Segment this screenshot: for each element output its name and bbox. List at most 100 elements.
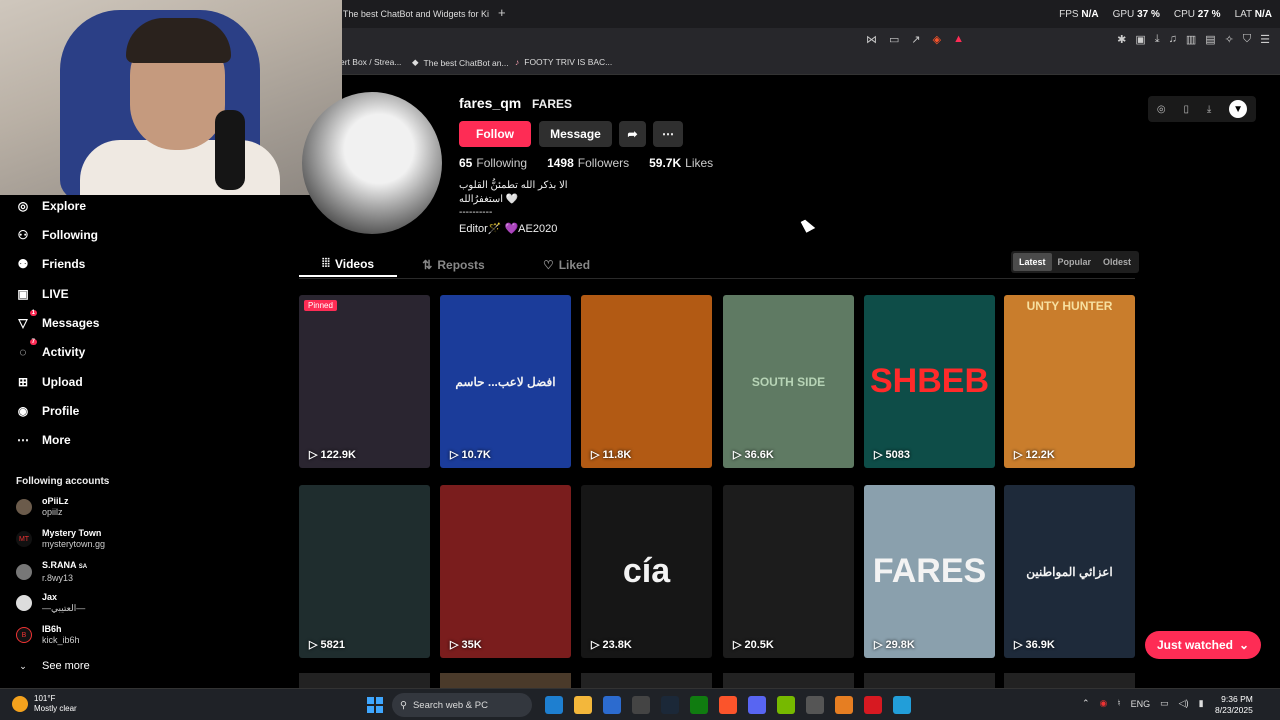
video-thumb-partial[interactable] [864,673,995,688]
download-icon[interactable]: ⤓ [1155,33,1160,46]
store-icon[interactable] [603,696,621,714]
monitor-icon[interactable]: ▭ [1160,698,1169,709]
message-button[interactable]: Message [539,121,612,147]
tab-liked[interactable]: ♡ Liked [510,252,623,277]
bookmark-item[interactable]: ◆ The best ChatBot an... [412,57,509,68]
video-thumbnail[interactable]: ▷ 5821 [299,485,430,658]
tray-app-icon[interactable]: ◉ [1100,698,1108,709]
app-icon[interactable] [632,696,650,714]
video-thumb-partial[interactable] [299,673,430,688]
file-explorer-icon[interactable] [574,696,592,714]
chevron-up-icon[interactable]: ⌃ [1082,698,1090,709]
app-icon[interactable] [835,696,853,714]
nvidia-icon[interactable] [777,696,795,714]
video-thumbnail[interactable]: UNTY HUNTER ▷ 12.2K [1004,295,1135,468]
vpn-icon[interactable]: ⛉ [1243,33,1251,46]
screenshot-icon[interactable]: ▣ [1135,33,1145,46]
tab-reposts[interactable]: ⇅ Reposts [397,252,510,277]
battery-icon[interactable]: ▮ [1199,698,1204,709]
app-icon[interactable] [864,696,882,714]
bookmark-item[interactable]: ert Box / Strea... [340,57,401,67]
reader-icon[interactable]: ⋈ [866,33,877,46]
nav-profile[interactable]: ◉ Profile [16,404,80,418]
obs-icon[interactable] [806,696,824,714]
video-thumbnail[interactable]: ▷ 11.8K [581,295,712,468]
browser-tab[interactable]: ◆ The best ChatBot and Widgets for Ki [330,3,490,25]
friends-icon: ⚉ [17,257,29,271]
nav-friends[interactable]: ⚉ Friends [16,257,86,271]
menu-icon[interactable]: ☰ [1260,33,1270,46]
profile-avatar[interactable] [302,92,442,234]
video-thumbnail[interactable]: cía ▷ 23.8K [581,485,712,658]
video-thumbnail[interactable]: Pinned ▷ 122.9K [299,295,430,468]
followers-count[interactable]: 1498 Followers [547,156,629,170]
tab-videos[interactable]: ⦙⦙⦙ Videos [299,252,397,277]
video-thumbnail[interactable]: ▷ 20.5K [723,485,854,658]
app-logo-icon[interactable]: ▼ [1229,100,1248,118]
see-more-button[interactable]: ⌄ See more [16,660,89,672]
volume-icon[interactable]: ◁) [1179,698,1189,709]
followed-account[interactable]: S.RANA SA r.8wy13 [16,560,87,584]
video-thumbnail[interactable]: SOUTH SIDE ▷ 36.6K [723,295,854,468]
sort-latest[interactable]: Latest [1013,253,1052,271]
download-icon[interactable]: ⤓ [1207,104,1211,115]
more-options-button[interactable]: ⋯ [653,121,683,147]
nav-following[interactable]: ⚇ Following [16,228,98,242]
wallet-icon[interactable]: ▤ [1205,33,1215,46]
brave-shield-icon[interactable]: ◈ [933,33,941,46]
followed-account[interactable]: B IB6h kick_ib6h [16,624,80,646]
video-thumbnail[interactable]: FARES ▷ 29.8K [864,485,995,658]
taskbar-clock[interactable]: 9:36 PM 8/23/2025 [1215,694,1253,716]
sidebar-icon[interactable]: ▥ [1186,33,1196,46]
video-thumb-partial[interactable] [581,673,712,688]
steam-icon[interactable] [661,696,679,714]
nav-explore[interactable]: ◎ Explore [16,199,86,213]
video-thumbnail[interactable]: اعزائي المواطنين ▷ 36.9K [1004,485,1135,658]
video-thumb-partial[interactable] [440,673,571,688]
edge-icon[interactable] [545,696,563,714]
sort-popular[interactable]: Popular [1052,253,1098,271]
telegram-icon[interactable] [893,696,911,714]
nav-messages[interactable]: ▽ 1 Messages [16,310,99,330]
video-thumbnail[interactable]: افضل لاعب... حاسم ▷ 10.7K [440,295,571,468]
view-count: ▷ 20.5K [733,638,774,651]
weather-widget[interactable]: 101°F Mostly clear [12,694,77,714]
video-thumbnail[interactable]: SHBEB ▷ 5083 [864,295,995,468]
taskbar-search[interactable]: ⚲ Search web & PC [392,693,532,717]
rewards-icon[interactable]: ▲ [953,33,964,46]
following-count[interactable]: 65 Following [459,156,527,170]
leo-icon[interactable]: ✧ [1225,33,1234,46]
compass-icon[interactable]: ◎ [1157,104,1166,115]
nav-live[interactable]: ▣ LIVE [16,287,68,301]
nav-more[interactable]: ⋯ More [16,433,71,447]
sort-oldest[interactable]: Oldest [1097,253,1137,271]
video-overlay-text: SHBEB [869,362,990,400]
video-thumb-partial[interactable] [1004,673,1135,688]
xbox-icon[interactable] [690,696,708,714]
profile-icon: ◉ [17,404,29,418]
followed-account[interactable]: MT Mystery Town mysterytown.gg [16,528,105,550]
new-tab-button[interactable]: + [498,5,506,20]
followed-account[interactable]: oPiiLz opiilz [16,496,69,518]
phone-icon[interactable]: ▯ [1183,104,1189,115]
microphone-icon[interactable]: ♮ [1117,698,1120,709]
nav-activity[interactable]: ◌ 7 Activity [16,339,85,359]
share-icon[interactable]: ↗ [911,33,920,46]
video-thumbnail[interactable]: ▷ 35K [440,485,571,658]
extensions-icon[interactable]: ✱ [1117,33,1126,46]
just-watched-button[interactable]: Just watched ⌄ [1145,631,1261,659]
followed-account[interactable]: Jax —العتيبي— [16,592,85,614]
video-thumb-partial[interactable] [723,673,854,688]
start-button[interactable] [367,697,383,713]
share-button[interactable]: ➦ [619,121,646,147]
nav-upload[interactable]: ⊞ Upload [16,375,83,389]
nav-label: Upload [42,375,83,389]
view-count: ▷ 36.6K [733,448,774,461]
bookmark-item[interactable]: ♪ FOOTY TRIV IS BAC... [515,57,612,67]
language-indicator[interactable]: ENG [1131,699,1151,709]
discord-icon[interactable] [748,696,766,714]
cast-icon[interactable]: ▭ [889,33,899,46]
follow-button[interactable]: Follow [459,121,531,147]
brave-icon[interactable] [719,696,737,714]
music-icon[interactable]: ♫ [1169,33,1177,46]
